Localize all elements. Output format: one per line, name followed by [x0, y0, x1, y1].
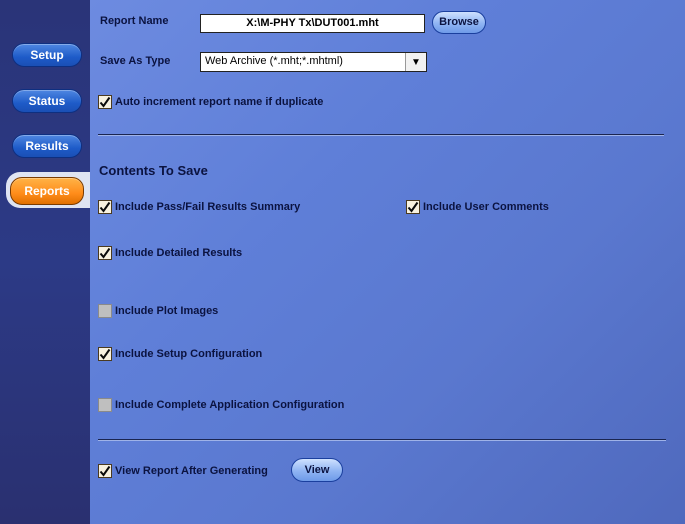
- view-button[interactable]: View: [291, 458, 343, 482]
- sidebar-item-reports[interactable]: Reports: [10, 177, 84, 205]
- setup-config-label: Include Setup Configuration: [115, 348, 263, 360]
- chevron-down-icon[interactable]: ▼: [405, 53, 426, 71]
- sidebar: Setup Status Results Reports: [0, 0, 90, 524]
- complete-config-label: Include Complete Application Configurati…: [115, 399, 345, 411]
- report-name-label: Report Name: [100, 15, 169, 27]
- pass-fail-option[interactable]: Include Pass/Fail Results Summary: [98, 199, 300, 215]
- divider-top: [98, 134, 664, 136]
- view-after-label: View Report After Generating: [115, 465, 268, 477]
- view-after-option[interactable]: View Report After Generating: [98, 463, 268, 479]
- setup-config-option[interactable]: Include Setup Configuration: [98, 346, 262, 362]
- divider-bottom: [98, 439, 666, 441]
- checkmark-icon: [99, 247, 111, 259]
- app-window: Setup Status Results Reports Report Name…: [0, 0, 685, 524]
- detailed-results-checkbox[interactable]: [98, 246, 112, 260]
- checkmark-icon: [99, 348, 111, 360]
- user-comments-checkbox[interactable]: [406, 200, 420, 214]
- sidebar-item-results[interactable]: Results: [12, 134, 82, 158]
- complete-config-checkbox[interactable]: [98, 398, 112, 412]
- plot-images-option[interactable]: Include Plot Images: [98, 303, 218, 319]
- browse-button[interactable]: Browse: [432, 11, 486, 34]
- sidebar-item-status[interactable]: Status: [12, 89, 82, 113]
- checkmark-icon: [99, 465, 111, 477]
- auto-increment-option[interactable]: Auto increment report name if duplicate: [98, 94, 323, 110]
- reports-panel: Report Name X:\M-PHY Tx\DUT001.mht Brows…: [90, 0, 685, 524]
- checkmark-icon: [407, 201, 419, 213]
- view-after-checkbox[interactable]: [98, 464, 112, 478]
- complete-config-option[interactable]: Include Complete Application Configurati…: [98, 397, 344, 413]
- plot-images-checkbox[interactable]: [98, 304, 112, 318]
- auto-increment-label: Auto increment report name if duplicate: [115, 96, 324, 108]
- user-comments-label: Include User Comments: [423, 201, 549, 213]
- detailed-results-option[interactable]: Include Detailed Results: [98, 245, 242, 261]
- user-comments-option[interactable]: Include User Comments: [406, 199, 549, 215]
- report-name-input[interactable]: X:\M-PHY Tx\DUT001.mht: [200, 14, 425, 33]
- save-as-type-label: Save As Type: [100, 55, 171, 67]
- contents-to-save-title: Contents To Save: [99, 163, 208, 178]
- plot-images-label: Include Plot Images: [115, 305, 219, 317]
- save-as-type-value: Web Archive (*.mht;*.mhtml): [205, 55, 343, 67]
- sidebar-item-setup[interactable]: Setup: [12, 43, 82, 67]
- checkmark-icon: [99, 201, 111, 213]
- checkmark-icon: [99, 96, 111, 108]
- detailed-results-label: Include Detailed Results: [115, 247, 243, 259]
- pass-fail-label: Include Pass/Fail Results Summary: [115, 201, 301, 213]
- pass-fail-checkbox[interactable]: [98, 200, 112, 214]
- auto-increment-checkbox[interactable]: [98, 95, 112, 109]
- save-as-type-select[interactable]: Web Archive (*.mht;*.mhtml) ▼: [200, 52, 427, 72]
- setup-config-checkbox[interactable]: [98, 347, 112, 361]
